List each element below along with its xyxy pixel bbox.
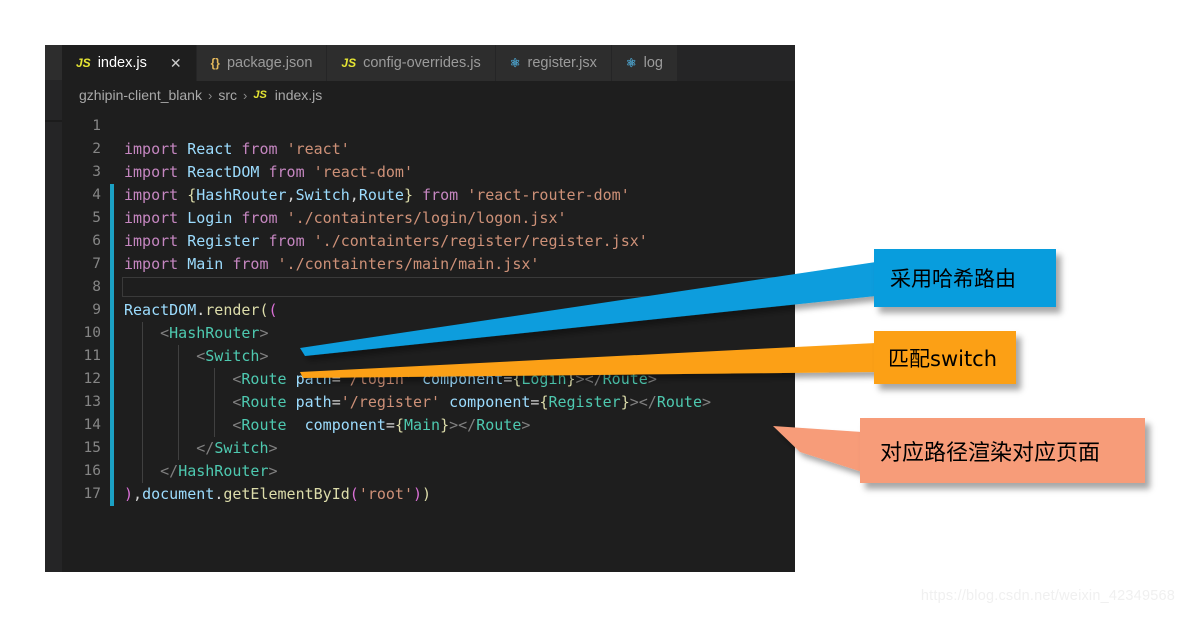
editor-body: JS index.js ✕ {} package.json JS config-…	[62, 45, 795, 572]
code-text: <Route path='/register' component={Regis…	[114, 391, 795, 414]
vscode-editor-window: JS index.js ✕ {} package.json JS config-…	[45, 45, 795, 572]
annotation-match-switch: 匹配switch	[874, 331, 1016, 384]
watermark: https://blog.csdn.net/weixin_42349568	[920, 588, 1175, 604]
tab-index-js[interactable]: JS index.js ✕	[62, 45, 197, 81]
line-number: 8	[92, 279, 101, 295]
annotation-label: 对应路径渲染对应页面	[880, 440, 1101, 466]
tab-logon-jsx[interactable]: ⚛ log	[611, 45, 678, 81]
code-line: 13 <Route path='/register' component={Re…	[62, 391, 795, 414]
activity-bar-strip	[45, 45, 62, 572]
activity-bar-top	[45, 45, 62, 80]
tab-label: register.jsx	[527, 55, 597, 71]
line-number: 2	[92, 141, 101, 157]
line-number: 1	[92, 118, 101, 134]
code-line: 3 import ReactDOM from 'react-dom'	[62, 161, 795, 184]
tab-config-overrides-js[interactable]: JS config-overrides.js	[327, 45, 496, 81]
code-line: 16 </HashRouter>	[62, 460, 795, 483]
line-number: 7	[92, 256, 101, 272]
code-line: 12 <Route path='/login' component={Login…	[62, 368, 795, 391]
code-line: 9 ReactDOM.render((	[62, 299, 795, 322]
chevron-right-icon: ›	[207, 87, 213, 103]
js-file-icon: JS	[76, 56, 91, 70]
code-text: </HashRouter>	[114, 460, 795, 483]
react-file-icon: ⚛	[625, 56, 637, 70]
code-text: <Switch>	[114, 345, 795, 368]
line-number: 9	[92, 302, 101, 318]
chevron-right-icon: ›	[242, 87, 248, 103]
react-file-icon: ⚛	[509, 56, 521, 70]
tab-label: package.json	[226, 55, 313, 71]
js-file-icon: JS	[341, 56, 357, 70]
tab-label: log	[643, 55, 663, 71]
code-text: import {HashRouter,Switch,Route} from 'r…	[124, 186, 630, 204]
close-icon[interactable]: ✕	[170, 56, 182, 70]
code-line: 1	[62, 115, 795, 138]
code-line: 8	[62, 276, 795, 299]
code-line: 7 import Main from './containters/main/m…	[62, 253, 795, 276]
breadcrumb: gzhipin-client_blank › src › JS index.js	[62, 81, 795, 109]
annotation-hash-router: 采用哈希路由	[874, 249, 1056, 307]
js-file-icon: JS	[253, 89, 267, 101]
code-line: 15 </Switch>	[62, 437, 795, 460]
line-number: 17	[83, 486, 101, 502]
code-text: import React from 'react'	[124, 140, 350, 158]
line-number: 11	[83, 348, 101, 364]
code-text: <Route component={Main}></Route>	[114, 414, 795, 437]
code-text	[114, 276, 795, 299]
code-line: 6 import Register from './containters/re…	[62, 230, 795, 253]
editor-tab-bar: JS index.js ✕ {} package.json JS config-…	[62, 45, 795, 81]
line-number: 13	[83, 394, 101, 410]
code-line: 10 <HashRouter>	[62, 322, 795, 345]
annotation-route-render: 对应路径渲染对应页面	[860, 418, 1145, 483]
code-text: ReactDOM.render((	[124, 301, 278, 319]
annotation-label: 匹配switch	[888, 346, 998, 371]
code-editor-content[interactable]: 1 2 import React from 'react' 3 import R…	[62, 109, 795, 506]
line-number: 14	[83, 417, 101, 433]
tab-package-json[interactable]: {} package.json	[196, 45, 328, 81]
line-number: 15	[83, 440, 101, 456]
line-number: 12	[83, 371, 101, 387]
breadcrumb-project[interactable]: gzhipin-client_blank	[79, 87, 202, 103]
tab-label: config-overrides.js	[363, 55, 481, 71]
tab-label: index.js	[97, 55, 147, 71]
code-text: </Switch>	[114, 437, 795, 460]
code-text: <HashRouter>	[114, 322, 795, 345]
line-number: 10	[83, 325, 101, 341]
line-number: 4	[92, 187, 101, 203]
code-line: 4 import {HashRouter,Switch,Route} from …	[62, 184, 795, 207]
code-text: <Route path='/login' component={Login}><…	[114, 368, 795, 391]
code-text: import ReactDOM from 'react-dom'	[124, 163, 413, 181]
code-line: 14 <Route component={Main}></Route>	[62, 414, 795, 437]
code-text: ),document.getElementById('root'))	[124, 485, 432, 503]
line-number: 3	[92, 164, 101, 180]
code-line: 17 ),document.getElementById('root'))	[62, 483, 795, 506]
breadcrumb-file[interactable]: index.js	[275, 87, 322, 103]
activity-bar-divider	[45, 120, 62, 122]
annotation-label: 采用哈希路由	[890, 267, 1016, 291]
code-line: 5 import Login from './containters/login…	[62, 207, 795, 230]
tab-register-jsx[interactable]: ⚛ register.jsx	[495, 45, 612, 81]
breadcrumb-folder[interactable]: src	[218, 87, 237, 103]
json-file-icon: {}	[210, 56, 220, 70]
line-number: 6	[92, 233, 101, 249]
code-line: 11 <Switch>	[62, 345, 795, 368]
code-text: import Main from './containters/main/mai…	[124, 255, 540, 273]
code-text: import Register from './containters/regi…	[124, 232, 648, 250]
line-number: 5	[92, 210, 101, 226]
code-text: import Login from './containters/login/l…	[124, 209, 567, 227]
line-number: 16	[83, 463, 101, 479]
code-line: 2 import React from 'react'	[62, 138, 795, 161]
